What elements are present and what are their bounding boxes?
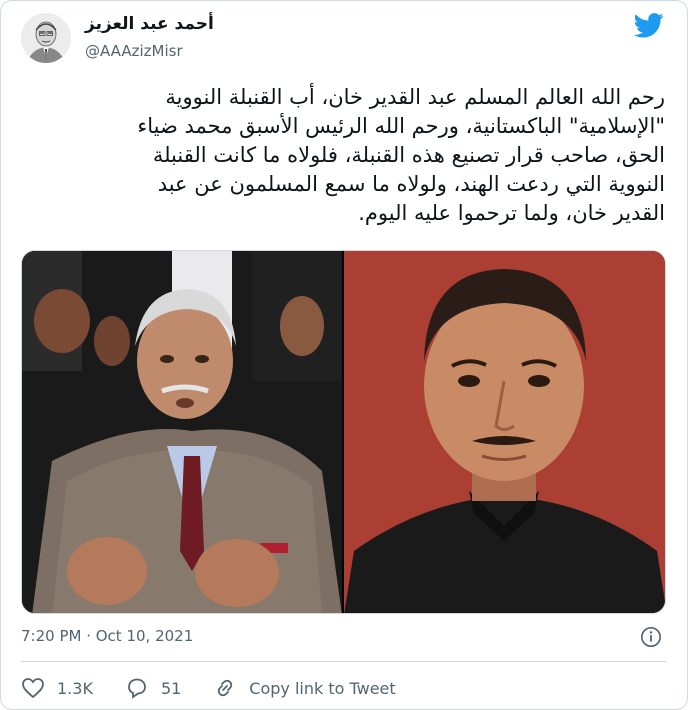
like-count: 1.3K: [57, 678, 93, 698]
author-handle[interactable]: @AAAzizMisr: [85, 42, 183, 60]
tweet-text: رحم الله العالم المسلم عبد القدير خان، أ…: [21, 83, 665, 228]
tweet-text-line: الحق، صاحب قرار تصنيع هذه القنبلة، فلولا…: [152, 143, 665, 167]
copy-link-button[interactable]: Copy link to Tweet: [213, 676, 396, 700]
avatar[interactable]: [21, 13, 71, 63]
tweet-timestamp[interactable]: 7:20 PM · Oct 10, 2021: [21, 627, 193, 645]
comment-icon: [128, 678, 146, 699]
copy-link-label: Copy link to Tweet: [249, 678, 396, 698]
info-icon[interactable]: [640, 626, 662, 648]
tweet-actions: 1.3K 51 Copy link to Tweet: [21, 673, 428, 703]
tweet-media[interactable]: [21, 250, 666, 614]
heart-icon: [22, 678, 44, 699]
link-icon: [218, 679, 233, 697]
like-button[interactable]: 1.3K: [21, 676, 93, 700]
tweet-card: أحمد عبد العزيز @AAAzizMisr رحم الله الع…: [0, 0, 688, 710]
tweet-text-line: رحم الله العالم المسلم عبد القدير خان، أ…: [165, 85, 665, 109]
reply-button[interactable]: 51: [125, 676, 181, 700]
author-display-name[interactable]: أحمد عبد العزيز: [85, 14, 214, 34]
reply-count: 51: [160, 678, 182, 698]
divider: [21, 661, 666, 662]
media-photo-left[interactable]: [22, 251, 342, 613]
tweet-text-line: القدير خان، ولما ترحموا عليه اليوم.: [358, 201, 665, 225]
media-photo-right[interactable]: [344, 251, 665, 613]
tweet-text-line: "الإسلامية" الباكستانية، ورحم الله الرئي…: [137, 114, 665, 138]
twitter-bird-icon[interactable]: [633, 10, 664, 40]
tweet-text-line: النووية التي ردعت الهند، ولولاه ما سمع ا…: [157, 172, 665, 196]
